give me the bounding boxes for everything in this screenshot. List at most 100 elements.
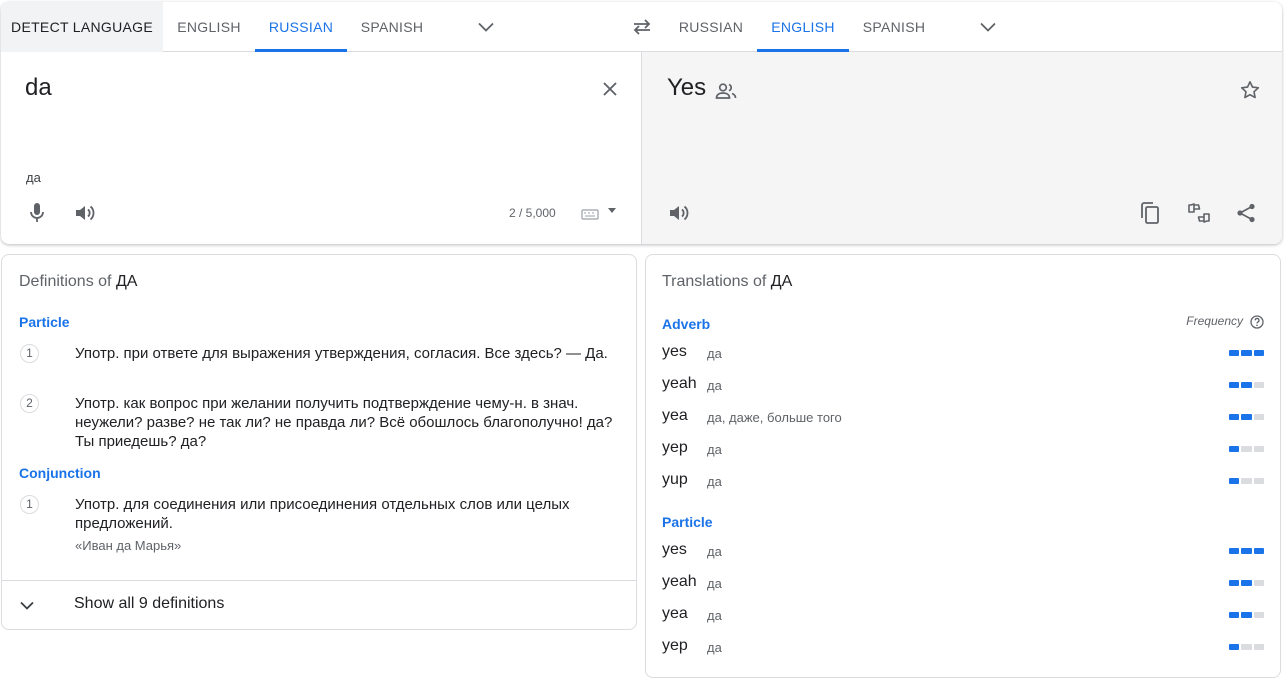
frequency-bar — [1229, 612, 1264, 618]
frequency-bar — [1229, 478, 1264, 484]
reverse-translation: да — [707, 378, 722, 393]
translation-word[interactable]: yup — [662, 471, 688, 489]
translation-pos-adverb: Adverb — [662, 316, 711, 332]
definition-pos-conjunction: Conjunction — [19, 465, 101, 481]
frequency-bar — [1229, 580, 1264, 586]
translation-word[interactable]: yeah — [662, 375, 697, 393]
frequency-bar — [1229, 382, 1264, 388]
frequency-segment — [1253, 382, 1264, 388]
tab-source-spanish[interactable]: SPANISH — [347, 2, 437, 52]
tab-target-russian[interactable]: RUSSIAN — [665, 2, 757, 52]
definition-number: 1 — [20, 495, 39, 514]
frequency-bar — [1229, 414, 1264, 420]
frequency-segment — [1253, 414, 1264, 420]
frequency-segment — [1253, 350, 1264, 356]
close-icon — [603, 82, 617, 96]
frequency-bar — [1229, 548, 1264, 554]
translation-word[interactable]: yes — [662, 541, 687, 559]
frequency-segment — [1241, 446, 1252, 452]
frequency-segment — [1253, 580, 1264, 586]
translations-panel: Translations of ДА Frequency Adverb yes да… — [645, 254, 1281, 678]
translation-word[interactable]: yes — [662, 343, 687, 361]
translations-title-prefix: Translations of — [662, 273, 767, 290]
reverse-translation: да, даже, больше того — [707, 410, 842, 425]
speaker-icon — [670, 205, 689, 221]
frequency-help-button[interactable] — [1249, 314, 1264, 329]
frequency-segment — [1253, 446, 1264, 452]
save-translation-button[interactable] — [1236, 76, 1264, 104]
reverse-translation: да — [707, 442, 722, 457]
voice-input-button[interactable] — [23, 199, 51, 227]
frequency-segment — [1229, 414, 1240, 420]
frequency-segment — [1229, 350, 1240, 356]
frequency-segment — [1241, 580, 1252, 586]
frequency-segment — [1229, 446, 1240, 452]
reverse-translation: да — [707, 346, 722, 361]
reverse-translation: да — [707, 474, 722, 489]
tab-source-russian[interactable]: RUSSIAN — [255, 2, 347, 52]
swap-languages-button[interactable] — [627, 14, 657, 40]
frequency-segment — [1229, 580, 1240, 586]
speaker-icon — [76, 205, 95, 221]
definition-text: Употр. как вопрос при желании получить п… — [75, 395, 613, 450]
definitions-title: Definitions of ДА — [19, 273, 137, 291]
source-text-input[interactable]: da — [25, 74, 52, 102]
frequency-segment — [1229, 382, 1240, 388]
definitions-title-prefix: Definitions of — [19, 273, 112, 290]
tab-target-english[interactable]: ENGLISH — [757, 2, 849, 52]
translation-word[interactable]: yep — [662, 637, 688, 655]
frequency-segment — [1253, 478, 1264, 484]
definition-example: «Иван да Марья» — [75, 538, 182, 553]
translation-word[interactable]: yea — [662, 605, 688, 623]
translation-word[interactable]: yeah — [662, 573, 697, 591]
reverse-translation: да — [707, 544, 722, 559]
frequency-segment — [1229, 478, 1240, 484]
listen-source-button[interactable] — [70, 199, 100, 227]
translate-page: DETECT LANGUAGE ENGLISH RUSSIAN SPANISH … — [0, 0, 1284, 683]
clear-source-button[interactable] — [595, 74, 625, 104]
frequency-segment — [1241, 548, 1252, 554]
frequency-segment — [1241, 382, 1252, 388]
source-more-languages-button[interactable] — [471, 14, 501, 40]
reverse-translation: да — [707, 576, 722, 591]
show-all-definitions-label: Show all 9 definitions — [74, 595, 225, 612]
community-verified-button[interactable] — [713, 80, 739, 102]
transliteration: да — [26, 170, 41, 185]
swap-arrows-icon — [633, 19, 651, 35]
frequency-segment — [1253, 644, 1264, 650]
frequency-segment — [1229, 548, 1240, 554]
target-more-languages-button[interactable] — [973, 14, 1003, 40]
tab-detect-language[interactable]: DETECT LANGUAGE — [1, 2, 163, 52]
tab-target-spanish[interactable]: SPANISH — [849, 2, 939, 52]
caret-down-icon — [608, 208, 616, 213]
frequency-segment — [1241, 644, 1252, 650]
definition-text: Употр. для соединения или присоединения … — [75, 496, 570, 532]
target-pane: Yes — [641, 52, 1282, 244]
share-icon — [1237, 203, 1255, 223]
translations-title: Translations of ДА — [662, 273, 792, 291]
frequency-bar — [1229, 644, 1264, 650]
frequency-label: Frequency — [1186, 314, 1243, 328]
translation-word[interactable]: yea — [662, 407, 688, 425]
input-tools-button[interactable] — [575, 204, 623, 224]
tab-source-english[interactable]: ENGLISH — [163, 2, 255, 52]
translation-pos-particle: Particle — [662, 514, 713, 530]
listen-translation-button[interactable] — [664, 199, 694, 227]
definition-text: Употр. при ответе для выражения утвержде… — [75, 345, 608, 362]
show-all-definitions-button[interactable]: Show all 9 definitions — [2, 580, 636, 630]
copy-translation-button[interactable] — [1136, 199, 1164, 227]
microphone-icon — [30, 203, 44, 222]
translation-word[interactable]: yep — [662, 439, 688, 457]
translation-output: Yes — [667, 74, 707, 101]
feedback-thumbs-icon — [1188, 203, 1210, 223]
frequency-bar — [1229, 446, 1264, 452]
definition-number: 1 — [20, 344, 39, 363]
chevron-down-icon — [478, 22, 494, 32]
share-translation-button[interactable] — [1232, 199, 1260, 227]
frequency-segment — [1229, 644, 1240, 650]
frequency-segment — [1253, 612, 1264, 618]
source-pane: da да 2 / 5,000 — [1, 52, 641, 244]
frequency-segment — [1241, 350, 1252, 356]
reverse-translation: да — [707, 640, 722, 655]
rate-translation-button[interactable] — [1184, 199, 1214, 227]
